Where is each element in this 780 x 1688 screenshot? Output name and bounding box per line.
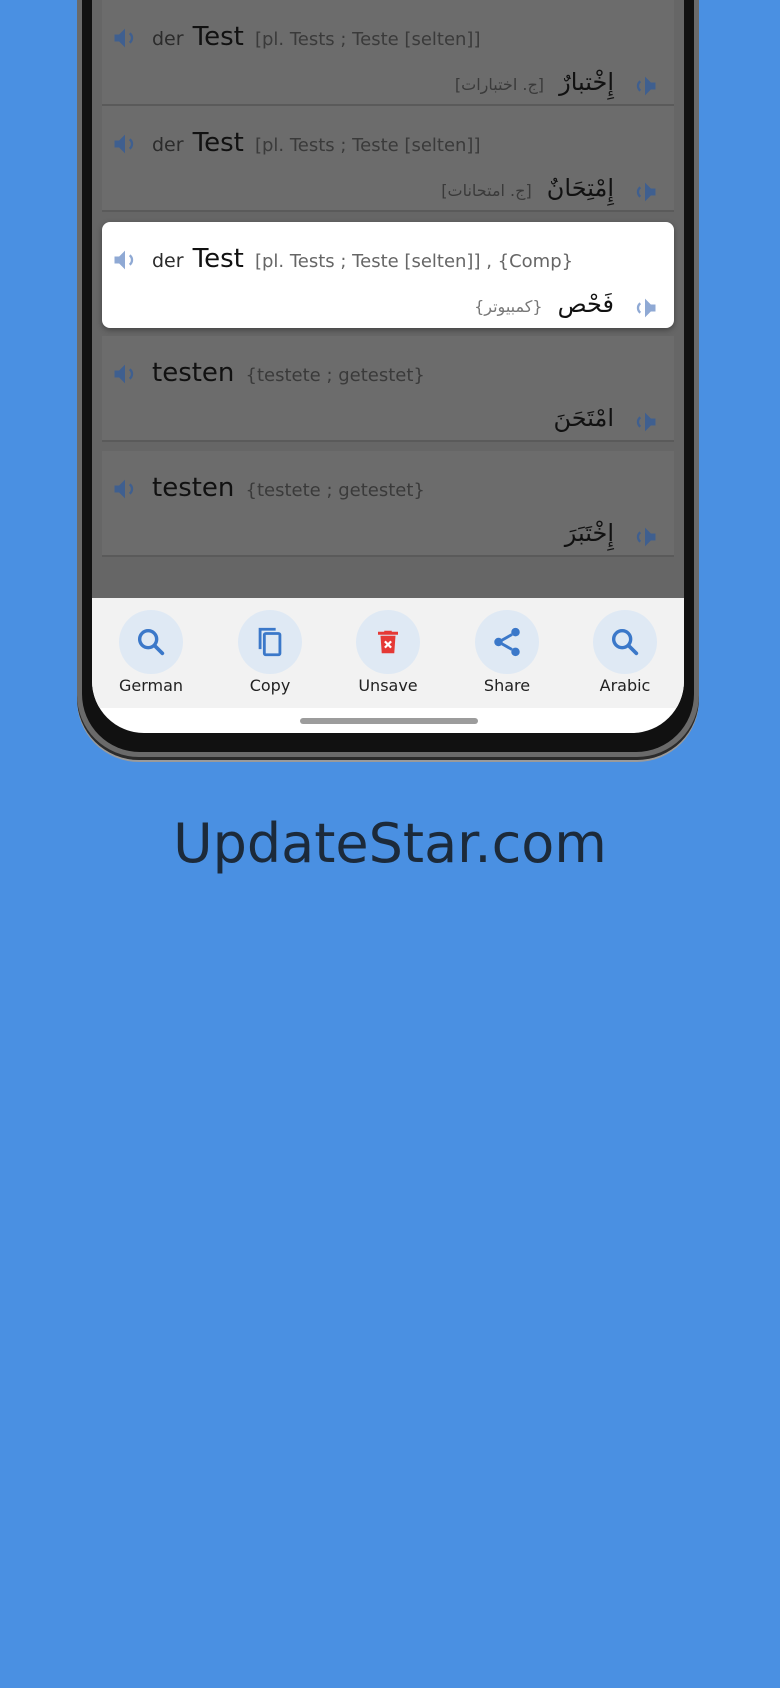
article-label: der bbox=[152, 250, 184, 272]
unsave-button[interactable]: Unsave bbox=[343, 610, 433, 695]
speaker-icon[interactable] bbox=[630, 178, 660, 206]
list-item-selected[interactable]: der Test [pl. Tests ; Teste [selten]] , … bbox=[102, 222, 674, 328]
german-grammar: [pl. Tests ; Teste [selten]] bbox=[254, 29, 481, 50]
german-search-label: German bbox=[118, 676, 184, 695]
german-word: Test bbox=[192, 22, 244, 52]
speaker-icon[interactable] bbox=[110, 475, 140, 503]
speaker-icon[interactable] bbox=[110, 360, 140, 388]
search-icon bbox=[611, 628, 639, 656]
arabic-word: إِخْتبارٌ bbox=[559, 68, 614, 96]
german-grammar: {testete ; getestet} bbox=[245, 480, 425, 501]
list-item[interactable]: testen {testete ; getestet} إِخْتَبَرَ bbox=[102, 451, 674, 557]
german-grammar: [pl. Tests ; Teste [selten]] bbox=[254, 135, 481, 156]
german-grammar: [pl. Tests ; Teste [selten]] , {Comp} bbox=[254, 251, 574, 272]
german-word: Test bbox=[192, 128, 244, 158]
speaker-icon[interactable] bbox=[110, 246, 140, 274]
speaker-icon[interactable] bbox=[630, 523, 660, 551]
german-word: Test bbox=[192, 244, 244, 274]
copy-icon bbox=[258, 627, 282, 657]
share-button[interactable]: Share bbox=[462, 610, 552, 695]
speaker-icon[interactable] bbox=[110, 24, 140, 52]
home-indicator[interactable] bbox=[300, 718, 478, 724]
list-item[interactable]: der Test [pl. Tests ; Teste [selten]] إِ… bbox=[102, 106, 674, 212]
speaker-icon[interactable] bbox=[630, 72, 660, 100]
german-word: testen bbox=[152, 358, 235, 388]
arabic-search-button[interactable]: Arabic bbox=[580, 610, 670, 695]
article-label: der bbox=[152, 28, 184, 50]
arabic-word: إِمْتِحَانٌ bbox=[546, 174, 614, 202]
app-screen: der Test [pl. Tests ; Teste [selten]] إِ… bbox=[92, 0, 684, 733]
speaker-icon[interactable] bbox=[110, 130, 140, 158]
arabic-grammar: [ج. اختبارات] bbox=[454, 75, 545, 94]
arabic-search-label: Arabic bbox=[599, 676, 651, 695]
german-grammar: {testete ; getestet} bbox=[245, 365, 425, 386]
list-item[interactable]: testen {testete ; getestet} امْتَحَنَ bbox=[102, 336, 674, 442]
share-icon bbox=[494, 627, 520, 657]
share-label: Share bbox=[483, 676, 531, 695]
german-search-button[interactable]: German bbox=[106, 610, 196, 695]
article-label: der bbox=[152, 134, 184, 156]
search-icon bbox=[137, 628, 165, 656]
arabic-grammar: {كمبيوتر} bbox=[474, 297, 543, 316]
unsave-label: Unsave bbox=[358, 676, 418, 695]
arabic-word: فَحْص bbox=[557, 290, 614, 318]
arabic-word: امْتَحَنَ bbox=[553, 404, 614, 432]
copy-button[interactable]: Copy bbox=[225, 610, 315, 695]
speaker-icon[interactable] bbox=[630, 408, 660, 436]
action-toolbar: German Copy Unsave Share Arabic bbox=[92, 598, 684, 708]
trash-icon bbox=[378, 630, 398, 654]
brand-watermark: UpdateStar.com bbox=[173, 812, 607, 875]
speaker-icon[interactable] bbox=[630, 294, 660, 322]
list-item[interactable]: der Test [pl. Tests ; Teste [selten]] إِ… bbox=[102, 0, 674, 106]
saved-entries-list[interactable]: der Test [pl. Tests ; Teste [selten]] إِ… bbox=[92, 0, 684, 598]
german-word: testen bbox=[152, 473, 235, 503]
arabic-grammar: [ج. امتحانات] bbox=[441, 181, 532, 200]
arabic-word: إِخْتَبَرَ bbox=[564, 519, 614, 547]
copy-label: Copy bbox=[249, 676, 291, 695]
